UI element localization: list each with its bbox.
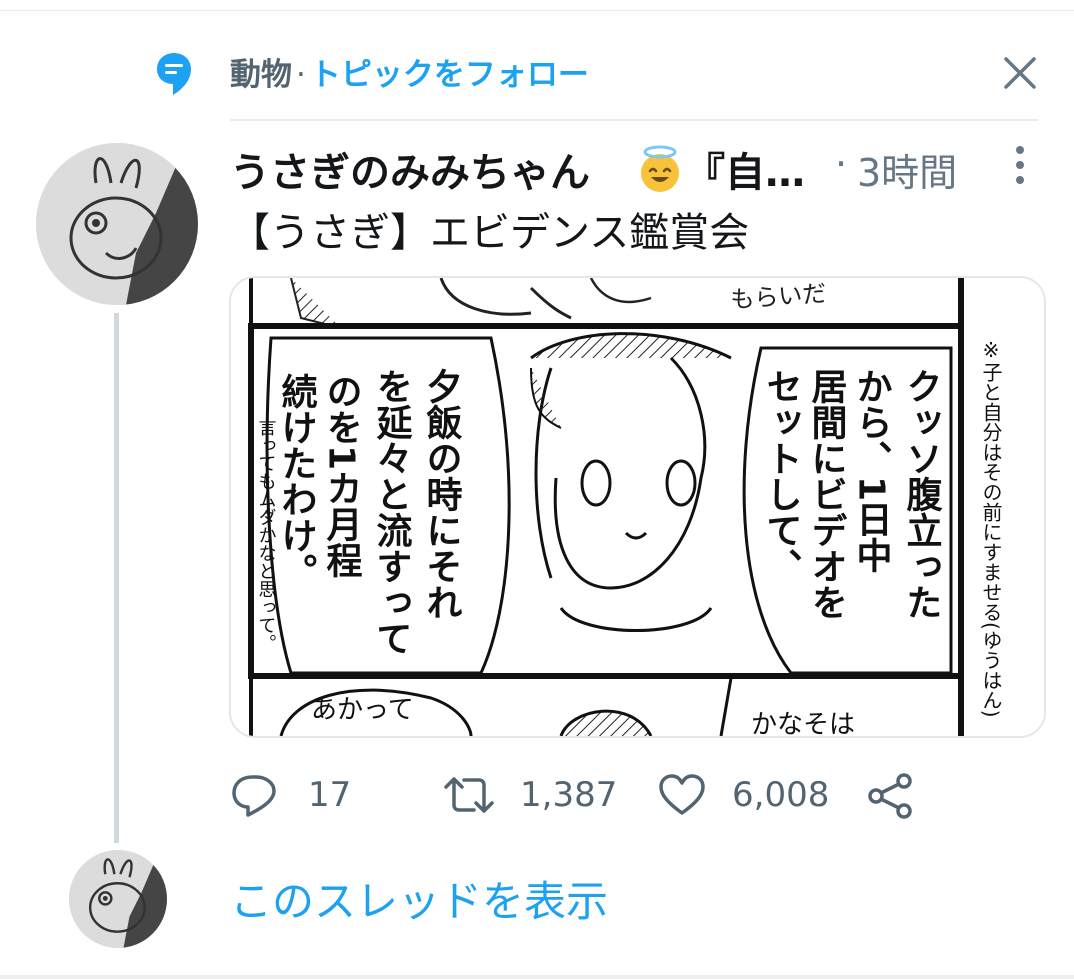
angel-emoji-icon [641, 145, 679, 192]
manga-right-line-2: から、1日中 [851, 368, 892, 573]
more-options-icon[interactable] [1002, 144, 1038, 186]
manga-margin-note: ※子と自分はその前にすませる(ゆうはん) [979, 338, 1003, 718]
topic-bubble-icon [157, 53, 191, 95]
topic-separator: · [296, 57, 306, 93]
topic-name[interactable]: 動物 [230, 57, 292, 93]
author-name[interactable]: うさぎのみみちゃん [230, 140, 590, 198]
topic-divider [230, 119, 1038, 121]
tweet-actions: 17 1,387 6,008 [230, 765, 930, 825]
manga-line-3: のを1カ月程 [321, 373, 363, 578]
manga-right-line-3: 居間にビデオを [806, 368, 848, 620]
manga-line-1: 夕飯の時にそれ [421, 368, 463, 620]
top-divider [0, 0, 1074, 11]
manga-right-line-1: クッソ腹立った [901, 368, 943, 620]
thread-line [114, 313, 119, 843]
show-thread-link[interactable]: このスレッドを表示 [230, 868, 608, 929]
retweet-icon [444, 777, 494, 813]
topic-row: 動物 · トピックをフォロー [150, 45, 1050, 100]
manga-bottom-left: あかって [311, 695, 414, 725]
retweet-count: 1,387 [520, 775, 618, 815]
reply-button[interactable]: 17 [230, 765, 380, 825]
like-button[interactable]: 6,008 [658, 765, 838, 825]
manga-bottom-right: かなそは [751, 710, 855, 736]
reply-icon [232, 775, 276, 817]
author-avatar[interactable] [36, 143, 198, 305]
tweet-text: 【うさぎ】エビデンス鑑賞会 [230, 210, 750, 256]
manga-right-line-4: セットして、 [761, 368, 802, 584]
heart-icon [659, 774, 705, 815]
manga-small-note: 言ってもムダかなと思って。 [256, 418, 277, 652]
share-button[interactable] [866, 765, 926, 825]
topic-text: 動物 · トピックをフォロー [230, 49, 589, 94]
bottom-divider [0, 975, 1074, 979]
author-name-continued[interactable]: 『自… [685, 140, 805, 198]
tweet-header: うさぎのみみちゃん 『自… · 3時間 [230, 140, 1030, 200]
share-icon [868, 773, 912, 819]
thread-author-avatar[interactable] [69, 850, 167, 948]
follow-topic-link[interactable]: トピックをフォロー [310, 57, 589, 93]
manga-line-2: を延々と流すって [371, 368, 413, 656]
like-count: 6,008 [732, 775, 830, 815]
tweet-timestamp[interactable]: 3時間 [857, 142, 957, 197]
tweet-screen: 動物 · トピックをフォロー うさぎのみみちゃん 『自… · 3時間 【うさぎ】… [0, 0, 1074, 979]
header-separator: · [835, 142, 848, 186]
tweet-media-image[interactable]: もらいだ 夕飯の時にそれ を延々と流すって のを1カ月程 続けたわけ。 言っても… [229, 276, 1046, 738]
manga-line-4: 続けたわけ。 [276, 373, 318, 589]
retweet-button[interactable]: 1,387 [440, 765, 650, 825]
reply-count: 17 [308, 775, 352, 815]
close-icon[interactable] [1000, 53, 1040, 93]
